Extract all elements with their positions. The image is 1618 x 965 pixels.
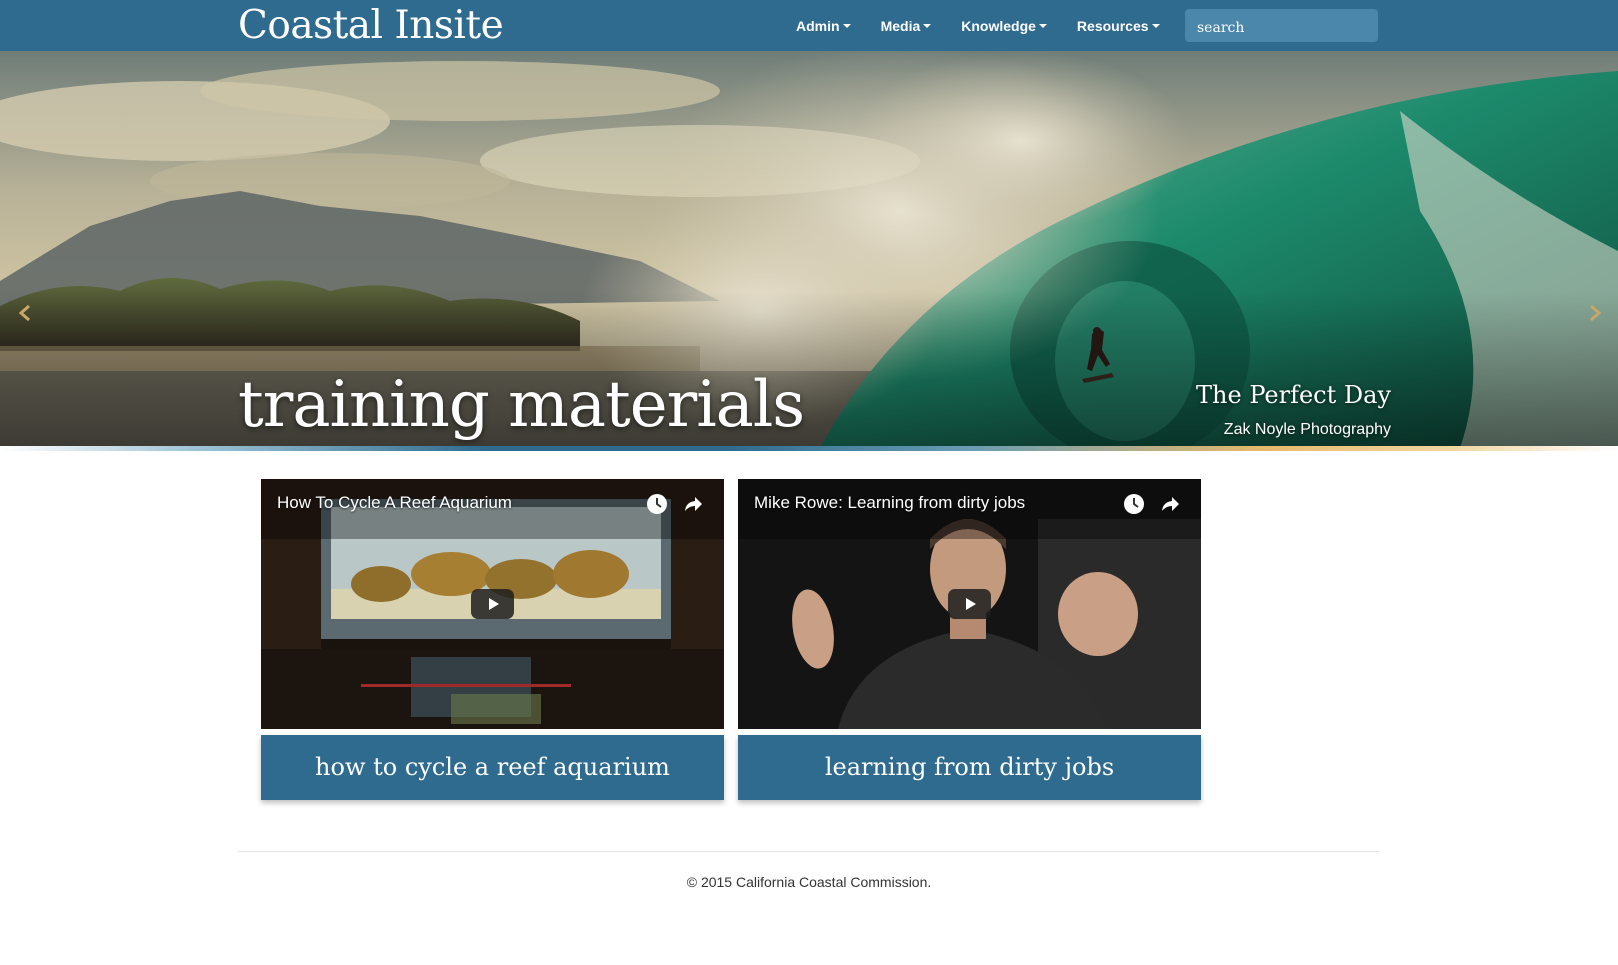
- clock-icon[interactable]: [1123, 493, 1145, 515]
- site-brand[interactable]: Coastal Insite: [238, 0, 504, 51]
- video-player[interactable]: How To Cycle A Reef Aquarium: [261, 479, 724, 729]
- nav-item-knowledge[interactable]: Knowledge: [961, 0, 1047, 51]
- nav-item-admin[interactable]: Admin: [796, 0, 851, 51]
- nav-item-label: Admin: [796, 17, 840, 34]
- play-button[interactable]: [948, 589, 991, 619]
- video-player-title[interactable]: How To Cycle A Reef Aquarium: [277, 493, 512, 513]
- chevron-left-icon[interactable]: [16, 303, 36, 323]
- video-card-label[interactable]: how to cycle a reef aquarium: [261, 735, 724, 800]
- caret-down-icon: [1151, 23, 1160, 28]
- footer-copyright: © 2015 California Coastal Commission.: [686, 874, 932, 890]
- nav-item-label: Resources: [1076, 17, 1149, 34]
- top-navbar: Coastal Insite Admin Media Knowledge Res…: [0, 0, 1618, 51]
- nav-menu: Admin Media Knowledge Resources: [796, 0, 1190, 51]
- hero-caption-credit: Zak Noyle Photography: [1223, 421, 1391, 438]
- search-input[interactable]: [1185, 9, 1378, 42]
- share-icon[interactable]: [1159, 493, 1181, 515]
- hero-caption-title: The Perfect Day: [1196, 381, 1391, 409]
- caret-down-icon: [842, 23, 851, 28]
- caret-down-icon: [1038, 23, 1047, 28]
- video-card-label[interactable]: learning from dirty jobs: [738, 735, 1201, 800]
- share-icon[interactable]: [682, 493, 704, 515]
- caret-down-icon: [923, 23, 932, 28]
- nav-item-label: Knowledge: [961, 17, 1036, 34]
- nav-item-media[interactable]: Media: [881, 0, 932, 51]
- footer-divider: [238, 851, 1379, 852]
- play-button[interactable]: [471, 589, 514, 619]
- nav-item-label: Media: [880, 17, 921, 34]
- video-player-title[interactable]: Mike Rowe: Learning from dirty jobs: [754, 493, 1025, 513]
- nav-item-resources[interactable]: Resources: [1077, 0, 1160, 51]
- hero-underline: [0, 446, 1618, 451]
- chevron-right-icon[interactable]: [1584, 303, 1604, 323]
- hero-title: training materials: [238, 368, 805, 442]
- video-card: Mike Rowe: Learning from dirty jobs lear…: [738, 479, 1201, 800]
- video-card: How To Cycle A Reef Aquarium how to cycl…: [261, 479, 724, 800]
- video-player[interactable]: Mike Rowe: Learning from dirty jobs: [738, 479, 1201, 729]
- clock-icon[interactable]: [646, 493, 668, 515]
